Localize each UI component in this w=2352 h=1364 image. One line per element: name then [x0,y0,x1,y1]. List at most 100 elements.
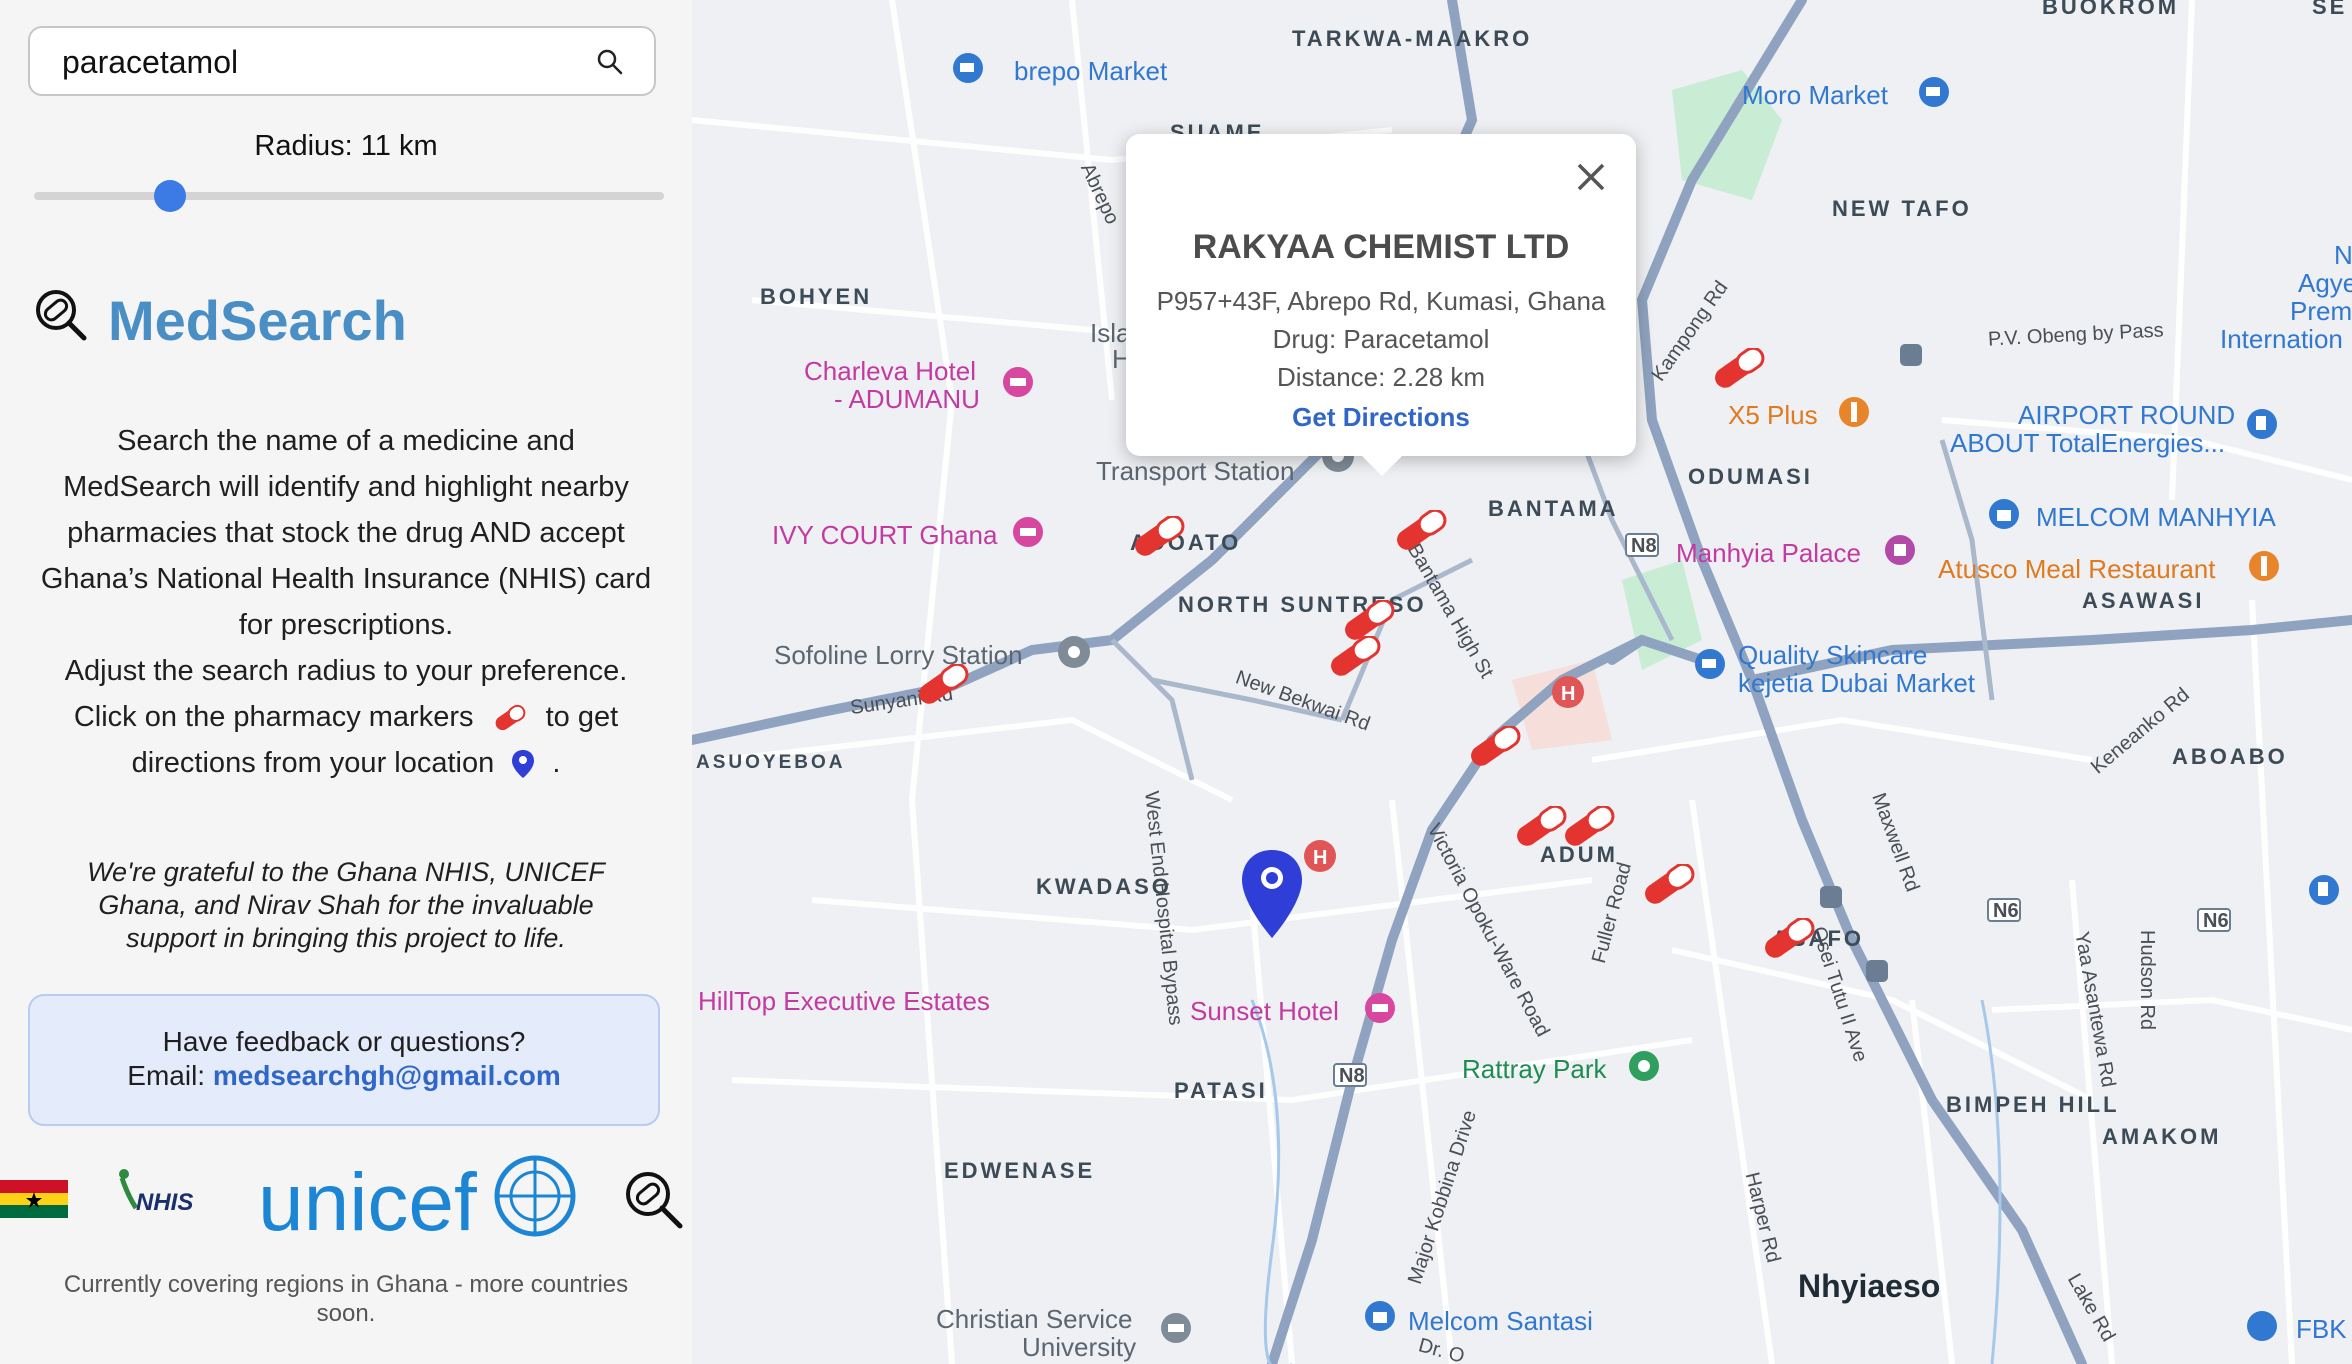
poi-transport-station[interactable]: Transport Station [1096,456,1294,487]
pill-marker-icon [1345,598,1395,640]
pharmacy-info-popup: RAKYAA CHEMIST LTD P957+43F, Abrepo Rd, … [1126,134,1636,476]
get-directions-link[interactable]: Get Directions [1126,402,1636,433]
unicef-logo: unicef [258,1155,576,1248]
description: Search the name of a medicine and MedSea… [40,418,652,786]
pill-marker-icon [1715,346,1765,388]
pharmacy-marker[interactable] [1336,598,1402,640]
road-shield-n8: N8 [1631,535,1657,557]
popup-drug: Drug: Paracetamol [1272,324,1490,354]
road-shield-n6: N6 [1993,900,2019,922]
pharmacy-marker[interactable] [1756,916,1822,958]
sidebar: Radius: 11 km MedSearch Search the name … [0,0,692,1364]
poi-charleva-hotel-line2[interactable]: - ADUMANU [834,384,980,415]
pill-marker-icon [1135,514,1185,556]
radius-slider-track[interactable] [34,192,664,200]
user-location-pin[interactable] [1240,848,1304,945]
area-label: ASUOYEBOA [696,752,846,773]
area-label: BANTAMA [1488,496,1619,521]
pill-marker-icon [1331,634,1381,676]
area-label: NEW TAFO [1832,196,1972,221]
medsearch-small-logo-icon [626,1172,683,1229]
area-label: ODUMASI [1688,464,1813,489]
pill-marker-icon [1397,508,1447,550]
poi-airport-roundabout[interactable]: AIRPORT ROUND [2018,400,2235,431]
poi-quality-skincare-line2[interactable]: kejetia Dubai Market [1738,668,1975,699]
area-label: SE [2312,0,2348,19]
partner-logos: NHIS unicef [0,1150,692,1250]
poi-moro-market[interactable]: Moro Market [1742,80,1888,111]
road-shield-n8-south: N8 [1339,1065,1365,1087]
area-label: BUOKROM [2042,0,2180,19]
brand-logo [32,286,92,356]
svg-text:NHIS: NHIS [136,1189,193,1216]
poi-manhyia-palace[interactable]: Manhyia Palace [1676,538,1861,569]
pharmacy-marker[interactable] [1706,346,1772,388]
popup-distance: Distance: 2.28 km [1276,362,1486,392]
search-icon[interactable] [596,48,624,81]
poi-fbk[interactable]: FBK [2296,1314,2347,1345]
area-label: BIMPEH HILL [1946,1092,2120,1117]
ghana-flag-icon [0,1180,68,1218]
poi-sofoline-station[interactable]: Sofoline Lorry Station [774,640,1023,671]
pharmacy-marker[interactable] [1322,634,1388,676]
search-box[interactable] [28,26,656,96]
pill-marker-icon [1645,862,1695,904]
poi-na-line4[interactable]: Internation [2220,324,2343,355]
poi-airport-roundabout-line2[interactable]: ABOUT TotalEnergies... [1950,428,2225,459]
pill-marker-icon [1765,916,1815,958]
coverage-note: Currently covering regions in Ghana - mo… [63,1271,629,1327]
pill-marker-icon [919,662,969,704]
close-icon[interactable] [1574,160,1608,194]
poi-atusco-restaurant[interactable]: Atusco Meal Restaurant [1938,554,2215,585]
pharmacy-marker[interactable] [1556,804,1622,846]
radius-slider-thumb[interactable] [154,180,186,212]
poi-christian-service-university-line2[interactable]: University [1022,1332,1136,1363]
pharmacy-marker[interactable] [910,662,976,704]
feedback-box: Have feedback or questions? Email: medse… [28,994,660,1126]
poi-rattray-park[interactable]: Rattray Park [1462,1054,1607,1085]
acknowledgement-text: We're grateful to the Ghana NHIS, UNICEF… [87,857,605,953]
poi-na[interactable]: Na [2334,240,2352,271]
area-label: ABOABO [2172,744,2288,769]
location-pin-icon [512,750,535,779]
poi-na-line2[interactable]: Agyen [2298,268,2352,299]
area-label: ASAWASI [2082,588,2205,613]
brand-title: MedSearch [108,289,407,352]
magnifier-pill-icon [36,290,87,341]
description-text: Search the name of a medicine and MedSea… [40,425,652,641]
popup-address: P957+43F, Abrepo Rd, Kumasi, Ghana [1156,286,1606,316]
poi-melcom-santasi[interactable]: Melcom Santasi [1408,1306,1593,1337]
area-label: BOHYEN [760,284,873,309]
poi-christian-service-university[interactable]: Christian Service [936,1304,1133,1335]
pharmacy-marker[interactable] [1388,508,1454,550]
feedback-question: Have feedback or questions? [162,1026,526,1057]
area-label-nhyiaeso: Nhyiaeso [1798,1268,1941,1304]
poi-ivy-court[interactable]: IVY COURT Ghana [772,520,997,551]
poi-x5-plus[interactable]: X5 Plus [1728,400,1818,431]
pill-marker-icon [495,705,525,731]
poi-quality-skincare[interactable]: Quality Skincare [1738,640,1927,671]
map[interactable]: N8 N8 N6 N6 BUOKROM TARKWA-MAAKRO SUAME … [692,0,2352,1364]
poi-abrepo-market[interactable]: brepo Market [1014,56,1167,87]
description-markers-text: Click on the pharmacy markers to get dir… [73,701,619,779]
feedback-email-link[interactable]: medsearchgh@gmail.com [213,1060,561,1091]
area-label: EDWENASE [944,1158,1096,1183]
poi-hilltop-estates[interactable]: HillTop Executive Estates [698,986,990,1017]
poi-na-line3[interactable]: Prempe [2290,296,2352,327]
poi-sunset-hotel[interactable]: Sunset Hotel [1190,996,1339,1027]
pill-marker-icon [1471,724,1521,766]
pill-marker-icon [1565,804,1615,846]
nhis-logo: NHIS [119,1169,193,1216]
road-label: Hudson Rd [2136,930,2158,1031]
radius-label: Radius: 11 km [254,130,438,162]
poi-charleva-hotel[interactable]: Charleva Hotel [804,356,976,387]
pharmacy-marker[interactable] [1126,514,1192,556]
pharmacy-marker[interactable] [1462,724,1528,766]
area-label: AMAKOM [2102,1124,2222,1149]
area-label: PATASI [1174,1078,1268,1103]
poi-melcom-manhyia[interactable]: MELCOM MANHYIA [2036,502,2276,533]
popup-pharmacy-name: RAKYAA CHEMIST LTD [1192,228,1570,266]
pharmacy-marker[interactable] [1636,862,1702,904]
description-radius-text: Adjust the search radius to your prefere… [64,655,628,687]
search-input[interactable] [60,38,584,86]
